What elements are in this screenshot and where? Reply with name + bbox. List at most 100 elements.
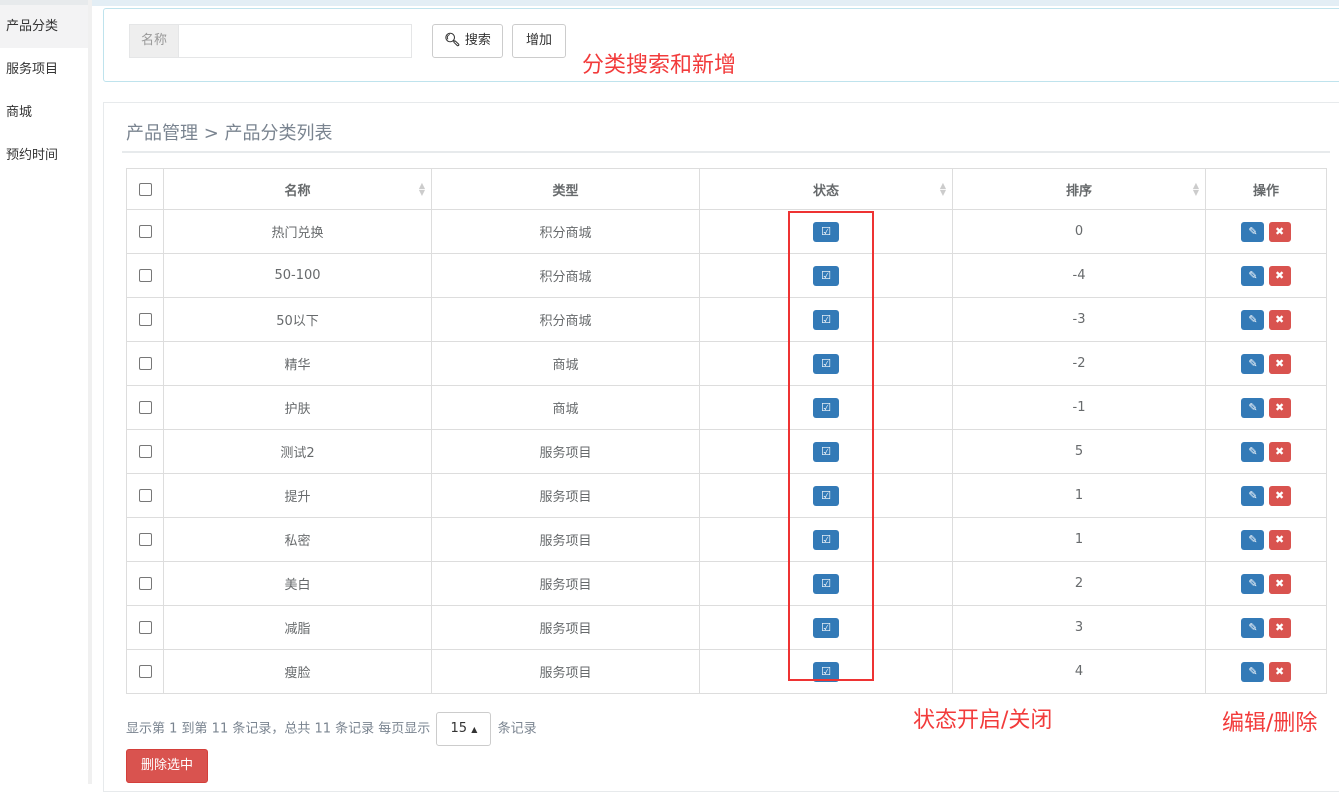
edit-icon[interactable]: ✎︎ xyxy=(1241,353,1265,374)
row-checkbox[interactable] xyxy=(138,489,152,502)
sidebar-item-appointment-time[interactable]: 预约时间 xyxy=(0,134,88,177)
actions-cell: ✎︎ ✖︎ xyxy=(1205,517,1327,562)
pagination-info: 显示第 1 到第 11 条记录，总共 11 条记录 每页显示 xyxy=(126,721,431,737)
table-row: 50-100 积分商城 ☑︎ -4 ✎︎ ✖︎ xyxy=(126,253,1327,298)
select-cell xyxy=(126,561,164,606)
row-checkbox[interactable] xyxy=(138,621,152,634)
actions-cell: ✎︎ ✖︎ xyxy=(1205,253,1327,298)
type-cell: 积分商城 xyxy=(431,209,700,254)
delete-icon[interactable]: ✖︎ xyxy=(1268,221,1291,242)
select-cell xyxy=(126,209,164,254)
name-cell: 美白 xyxy=(163,561,432,606)
table-row: 50以下 积分商城 ☑︎ -3 ✎︎ ✖︎ xyxy=(126,297,1327,342)
delete-icon[interactable]: ✖︎ xyxy=(1268,397,1291,418)
sort-cell: -3 xyxy=(952,297,1206,342)
name-cell: 提升 xyxy=(163,473,432,518)
row-checkbox[interactable] xyxy=(138,533,152,546)
edit-icon[interactable]: ✎︎ xyxy=(1241,265,1265,286)
header-name[interactable]: 名称 ▲ ▼ xyxy=(163,168,432,210)
row-checkbox[interactable] xyxy=(138,313,152,326)
edit-icon[interactable]: ✎︎ xyxy=(1241,529,1265,550)
name-cell: 精华 xyxy=(163,341,432,386)
delete-icon[interactable]: ✖︎ xyxy=(1268,309,1291,330)
top-bar xyxy=(92,0,1339,6)
actions-cell: ✎︎ ✖︎ xyxy=(1205,649,1327,694)
annotation-status-box xyxy=(788,211,874,681)
header-status[interactable]: 状态 ▲ ▼ xyxy=(699,168,953,210)
edit-icon[interactable]: ✎︎ xyxy=(1241,573,1265,594)
header-sort[interactable]: 排序 ▲ ▼ xyxy=(952,168,1206,210)
name-cell: 护肤 xyxy=(163,385,432,430)
select-cell xyxy=(126,341,164,386)
sort-icon[interactable]: ▲ ▼ xyxy=(419,182,425,197)
pagination-suffix: 条记录 xyxy=(497,721,537,737)
header-label: 类型 xyxy=(552,183,579,199)
delete-icon[interactable]: ✖︎ xyxy=(1268,617,1291,638)
row-checkbox[interactable] xyxy=(138,665,152,678)
sort-cell: -2 xyxy=(952,341,1206,386)
page-size-select[interactable]: 15 ▲ xyxy=(436,712,492,746)
sort-icon[interactable]: ▲ ▼ xyxy=(940,182,946,197)
row-checkbox[interactable] xyxy=(138,401,152,414)
category-table: 名称 ▲ ▼ 类型 状态 ▲ ▼ 排序 ▲ ▼ 操作 热门兑换 积分商城 ☑︎ 0 ✎︎ ✖… xyxy=(126,168,1327,694)
edit-icon[interactable]: ✎︎ xyxy=(1241,441,1265,462)
sort-cell: 5 xyxy=(952,429,1206,474)
annotation-ops: 编辑/删除 xyxy=(1222,711,1318,736)
delete-icon[interactable]: ✖︎ xyxy=(1268,353,1291,374)
row-checkbox[interactable] xyxy=(138,577,152,590)
delete-icon[interactable]: ✖︎ xyxy=(1268,485,1291,506)
type-cell: 服务项目 xyxy=(431,605,700,650)
delete-icon[interactable]: ✖︎ xyxy=(1268,661,1291,682)
delete-icon[interactable]: ✖︎ xyxy=(1268,529,1291,550)
actions-cell: ✎︎ ✖︎ xyxy=(1205,297,1327,342)
search-icon: 🔍︎ xyxy=(444,33,461,48)
header-label: 排序 xyxy=(1065,183,1092,199)
select-cell xyxy=(126,429,164,474)
table-row: 热门兑换 积分商城 ☑︎ 0 ✎︎ ✖︎ xyxy=(126,209,1327,254)
type-cell: 商城 xyxy=(431,341,700,386)
name-search-input[interactable] xyxy=(178,24,412,58)
table-row: 精华 商城 ☑︎ -2 ✎︎ ✖︎ xyxy=(126,341,1327,386)
sidebar-item-product-category[interactable]: 产品分类 xyxy=(0,5,88,48)
pagination: 显示第 1 到第 11 条记录，总共 11 条记录 每页显示 15 ▲ 条记录 xyxy=(126,712,537,746)
sort-cell: 4 xyxy=(952,649,1206,694)
actions-cell: ✎︎ ✖︎ xyxy=(1205,561,1327,606)
type-cell: 服务项目 xyxy=(431,561,700,606)
sort-cell: -1 xyxy=(952,385,1206,430)
delete-icon[interactable]: ✖︎ xyxy=(1268,441,1291,462)
type-cell: 商城 xyxy=(431,385,700,430)
select-all-cell xyxy=(126,168,164,210)
select-all-checkbox[interactable] xyxy=(138,182,152,196)
edit-icon[interactable]: ✎︎ xyxy=(1241,485,1265,506)
delete-selected-button[interactable]: 删除选中 xyxy=(126,749,208,783)
sort-cell: 2 xyxy=(952,561,1206,606)
sort-icon[interactable]: ▲ ▼ xyxy=(1193,182,1199,197)
sort-cell: -4 xyxy=(952,253,1206,298)
add-button[interactable]: 增加 xyxy=(512,24,566,58)
sidebar-item-mall[interactable]: 商城 xyxy=(0,91,88,134)
edit-icon[interactable]: ✎︎ xyxy=(1241,397,1265,418)
row-checkbox[interactable] xyxy=(138,445,152,458)
delete-icon[interactable]: ✖︎ xyxy=(1268,573,1291,594)
sidebar-item-services[interactable]: 服务项目 xyxy=(0,48,88,91)
divider-line xyxy=(122,151,1330,153)
delete-icon[interactable]: ✖︎ xyxy=(1268,265,1291,286)
annotation-status: 状态开启/关闭 xyxy=(913,708,1053,733)
row-checkbox[interactable] xyxy=(138,357,152,370)
edit-icon[interactable]: ✎︎ xyxy=(1241,617,1265,638)
divider xyxy=(88,0,92,784)
name-cell: 私密 xyxy=(163,517,432,562)
header-actions: 操作 xyxy=(1205,168,1327,210)
edit-icon[interactable]: ✎︎ xyxy=(1241,221,1265,242)
search-button[interactable]: 🔍︎ 搜索 xyxy=(432,24,503,58)
name-cell: 减脂 xyxy=(163,605,432,650)
row-checkbox[interactable] xyxy=(138,225,152,238)
type-cell: 服务项目 xyxy=(431,429,700,474)
edit-icon[interactable]: ✎︎ xyxy=(1241,309,1265,330)
page-size-value: 15 xyxy=(450,721,468,736)
edit-icon[interactable]: ✎︎ xyxy=(1241,661,1265,682)
select-cell xyxy=(126,517,164,562)
select-cell xyxy=(126,473,164,518)
annotation-search: 分类搜索和新增 xyxy=(582,53,737,78)
row-checkbox[interactable] xyxy=(138,269,152,282)
